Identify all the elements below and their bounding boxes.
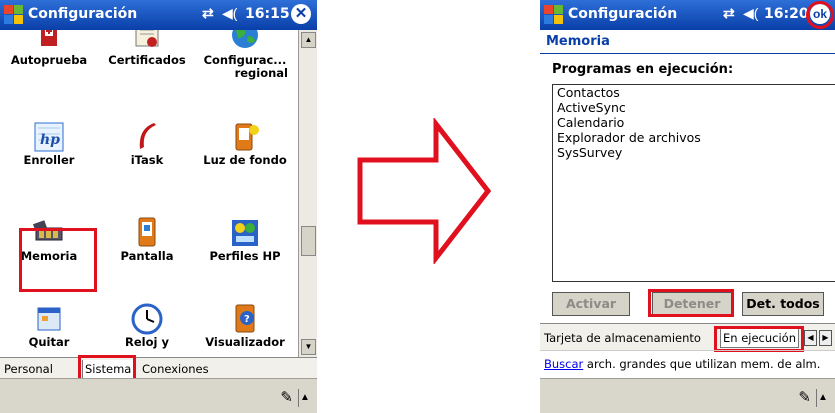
itask-icon [130,120,164,154]
scroll-down-icon[interactable]: ▼ [301,339,316,355]
setting-label: Luz de fondo [203,153,287,167]
close-icon[interactable]: ✕ [291,4,311,24]
settings-window-right: Configuración ⇄ ◀( 16:20 ok Memoria Prog… [540,0,835,413]
screen-icon [130,216,164,250]
tab-storage-card[interactable]: Tarjeta de almacenamiento [542,329,703,347]
setting-label-2: regional [234,66,288,80]
setting-label: Reloj y [125,335,169,349]
setting-quitar[interactable]: Quitar [0,302,98,349]
connectivity-icon[interactable]: ⇄ [723,5,735,22]
setting-label: Visualizador [205,335,285,349]
tab-scroll-right-icon[interactable]: ▶ [819,330,832,346]
running-programs-list[interactable]: Contactos ActiveSync Calendario Explorad… [552,84,835,282]
memoria-highlight [19,228,97,292]
vertical-scrollbar[interactable]: ▲ ▼ [298,30,317,357]
running-tab-highlight [714,326,804,352]
input-menu-icon[interactable]: ▲ [298,389,311,407]
input-pen-icon[interactable]: ✎ [280,388,293,406]
tab-scroll-left-icon[interactable]: ◀ [804,330,817,346]
svg-text:?: ? [244,314,250,325]
section-header: Memoria [540,30,835,54]
setting-enroller[interactable]: hp Enroller [0,120,98,167]
windows-start-icon[interactable] [544,5,564,25]
setting-label: Pantalla [120,249,174,263]
scroll-up-icon[interactable]: ▲ [301,32,316,48]
activate-button[interactable]: Activar [552,292,630,316]
menu-bar: ✎ ▲ [0,378,317,413]
volume-icon[interactable]: ◀( [222,5,237,22]
connectivity-icon[interactable]: ⇄ [202,5,214,22]
setting-configuracion-regional[interactable]: Configurac... regional [196,30,294,80]
setting-label: Autoprueba [10,53,88,67]
clock-icon [130,302,164,336]
clock[interactable]: 16:20 [764,6,809,22]
list-item[interactable]: ActiveSync [553,100,835,115]
setting-visualizador[interactable]: ? Visualizador [196,302,294,349]
search-large-files-row: Buscar arch. grandes que utilizan mem. d… [540,350,835,377]
section-title: Memoria [546,34,610,49]
settings-window-left: Configuración ⇄ ◀( 16:15 ✕ Autoprueba Ce… [0,0,317,413]
autoprueba-icon [32,30,66,54]
list-item[interactable]: Contactos [553,85,835,100]
hp-enroller-icon: hp [32,120,66,154]
ok-highlight [806,1,834,29]
tab-personal[interactable]: Personal [2,360,55,378]
globe-icon [228,30,262,54]
title-bar: Configuración ⇄ ◀( 16:20 ok [540,0,835,30]
volume-icon[interactable]: ◀( [743,5,758,22]
window-title: Configuración [28,6,138,22]
title-bar: Configuración ⇄ ◀( 16:15 ✕ [0,0,317,30]
list-item[interactable]: Calendario [553,115,835,130]
programs-label: Programas en ejecución: [552,62,734,77]
backlight-icon [228,120,262,154]
search-link[interactable]: Buscar [544,357,583,371]
setting-reloj[interactable]: Reloj y [98,302,196,349]
viewer-icon: ? [228,302,262,336]
setting-label: Quitar [28,335,70,349]
menu-bar: ✎ ▲ [540,378,835,413]
windows-start-icon[interactable] [4,5,24,25]
setting-perfiles-hp[interactable]: Perfiles HP [196,216,294,263]
list-item[interactable]: Explorador de archivos [553,130,835,145]
stop-all-button[interactable]: Det. todos [742,292,824,316]
setting-certificados[interactable]: Certificados [98,30,196,67]
setting-luz-de-fondo[interactable]: Luz de fondo [196,120,294,167]
window-title: Configuración [568,6,678,22]
settings-icon-grid: Autoprueba Certificados Configurac... re… [0,30,298,357]
transition-arrow-icon [357,118,492,264]
clock[interactable]: 16:15 [245,6,290,22]
setting-itask[interactable]: iTask [98,120,196,167]
remove-programs-icon [32,302,66,336]
setting-label: Perfiles HP [209,249,281,263]
input-menu-icon[interactable]: ▲ [816,389,829,407]
setting-label: Enroller [23,153,75,167]
hp-profiles-icon [228,216,262,250]
setting-label: iTask [130,153,164,167]
stop-highlight [648,289,734,317]
list-item[interactable]: SysSurvey [553,145,835,160]
tab-conexiones[interactable]: Conexiones [140,360,211,378]
svg-text:hp: hp [40,132,60,148]
input-pen-icon[interactable]: ✎ [798,388,811,406]
setting-label: Certificados [108,53,186,67]
certificados-icon [130,30,164,54]
setting-autoprueba[interactable]: Autoprueba [0,30,98,67]
search-link-description: arch. grandes que utilizan mem. de alm. [583,357,821,371]
settings-tabs: Personal Sistema Conexiones [0,357,317,380]
scroll-thumb[interactable] [301,226,316,256]
setting-pantalla[interactable]: Pantalla [98,216,196,263]
